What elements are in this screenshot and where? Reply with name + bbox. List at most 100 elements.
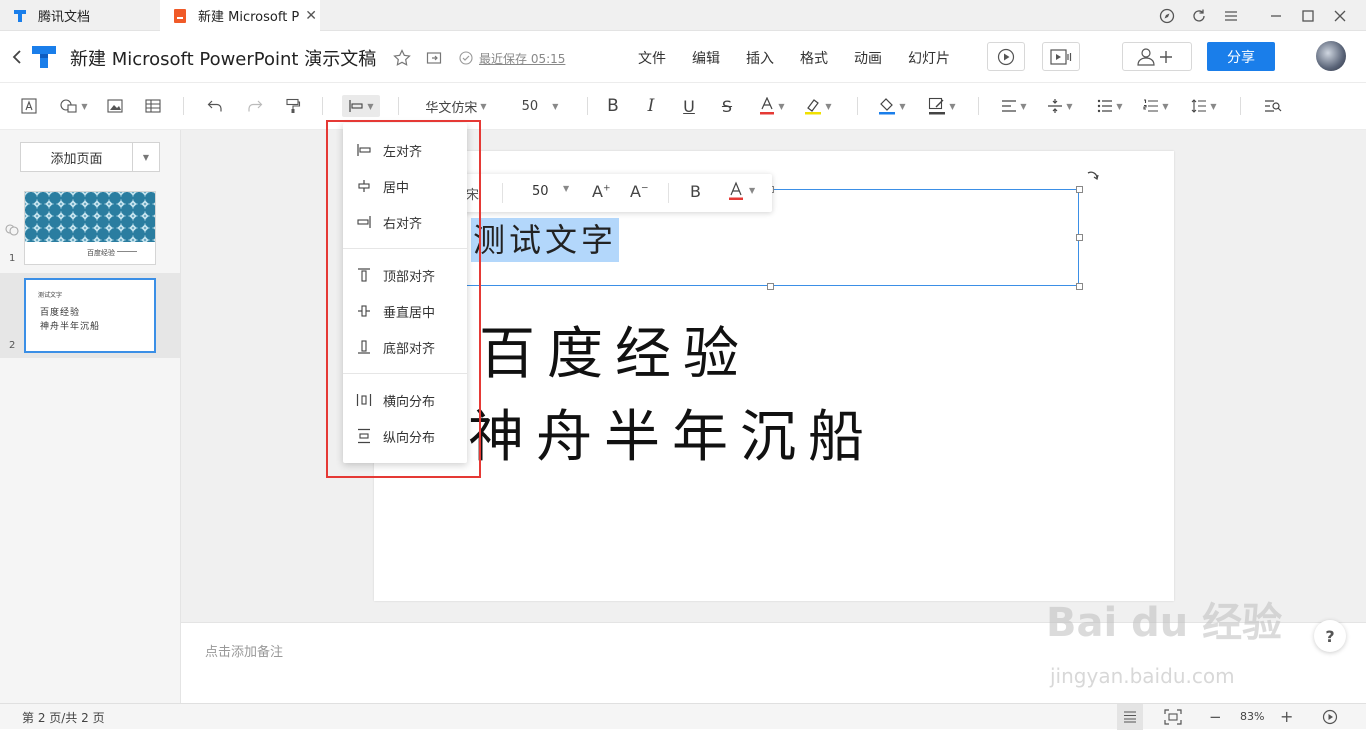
chevron-down-icon[interactable]: ▼ (563, 184, 569, 193)
play-button[interactable] (987, 42, 1025, 71)
selected-text[interactable]: 测试文字 (471, 218, 620, 262)
vertical-align-icon (1048, 99, 1063, 113)
resize-handle[interactable] (767, 283, 774, 290)
slide-text-line-2[interactable]: 神舟半年沉船 (468, 392, 876, 473)
highlighter-icon (805, 99, 822, 115)
rotate-handle-icon[interactable] (1084, 169, 1100, 185)
refresh-icon[interactable] (1188, 5, 1210, 27)
tencent-docs-logo-icon[interactable] (30, 44, 58, 70)
slide-thumb-line (117, 251, 137, 252)
notes-placeholder[interactable]: 点击添加备注 (205, 641, 283, 660)
last-save-status[interactable]: 最近保存 05:15 (479, 50, 565, 67)
font-family-select[interactable]: 华文仿宋 ▼ (420, 95, 492, 117)
back-icon[interactable] (12, 49, 22, 65)
move-folder-icon[interactable] (426, 50, 442, 66)
share-button[interactable]: 分享 (1207, 42, 1275, 71)
floatbar-font-color-icon[interactable] (728, 181, 744, 201)
close-window-icon[interactable] (1329, 5, 1351, 27)
slide-thumbnail-2-row[interactable]: 2 测试文字 百度经验 神舟半年沉船 (0, 273, 180, 358)
tab-ppt-document[interactable]: 新建 Microsoft P ✕ (160, 0, 320, 31)
divider (668, 183, 669, 203)
help-button[interactable]: ? (1314, 620, 1346, 652)
ppt-file-icon (174, 8, 186, 23)
underline-icon[interactable]: U (680, 95, 698, 117)
image-icon[interactable] (106, 95, 124, 117)
zoom-level[interactable]: 83% (1240, 710, 1264, 723)
menu-edit[interactable]: 编辑 (692, 48, 720, 68)
line-spacing-button[interactable]: ▼ (1188, 95, 1220, 117)
add-page-button[interactable]: 添加页面 ▼ (20, 142, 160, 172)
add-user-icon (1137, 47, 1172, 66)
menu-format[interactable]: 格式 (800, 48, 828, 68)
toolbar: ▼ ▼ 华文仿宋 ▼ 50 ▼ B I U S ▼ ▼ ▼ ▼ ▼ ▼ ▼ ▼ ▼ (0, 83, 1366, 130)
baidu-watermark-url: jingyan.baidu.com (1050, 664, 1235, 688)
notes-toggle-icon[interactable] (1117, 704, 1143, 730)
border-color-button[interactable]: ▼ (926, 95, 958, 117)
resize-handle[interactable] (1076, 283, 1083, 290)
text-box-icon[interactable] (20, 95, 38, 117)
decrease-font-icon[interactable]: A− (630, 182, 649, 201)
menu-file[interactable]: 文件 (638, 48, 666, 68)
avatar[interactable] (1316, 41, 1346, 71)
toolbar-divider (1240, 97, 1241, 115)
font-color-button[interactable]: ▼ (756, 95, 788, 117)
maximize-icon[interactable] (1297, 5, 1319, 27)
slide-number: 1 (9, 253, 16, 264)
play-slideshow-icon[interactable] (1322, 709, 1338, 725)
menu-icon[interactable] (1220, 5, 1242, 27)
zoom-out-icon[interactable]: − (1209, 708, 1222, 726)
align-button[interactable]: ▼ (342, 95, 380, 117)
undo-icon[interactable] (206, 95, 224, 117)
slide-thumb-text: 百度经验 (40, 308, 81, 318)
highlight-button[interactable]: ▼ (802, 95, 834, 117)
floatbar-bold-icon[interactable]: B (690, 182, 701, 201)
table-icon[interactable] (144, 95, 162, 117)
slide-thumbnail-2[interactable]: 测试文字 百度经验 神舟半年沉船 (24, 278, 156, 353)
font-size-select[interactable]: 50 ▼ (520, 95, 560, 117)
chevron-down-icon[interactable]: ▼ (133, 143, 159, 171)
italic-icon[interactable]: I (642, 95, 660, 117)
page-indicator: 第 2 页/共 2 页 (22, 711, 105, 725)
fill-color-button[interactable]: ▼ (876, 95, 908, 117)
vertical-align-button[interactable]: ▼ (1044, 95, 1076, 117)
slide-canvas[interactable]: 测试文字 百度经验 神舟半年沉船 (374, 151, 1174, 601)
comment-icon[interactable] (5, 223, 19, 237)
find-replace-icon[interactable] (1263, 95, 1283, 117)
numbered-list-icon (1143, 99, 1159, 112)
collaborate-button[interactable] (1122, 42, 1192, 71)
bullet-list-button[interactable]: ▼ (1094, 95, 1126, 117)
format-painter-icon[interactable] (284, 95, 302, 117)
slide-thumbnail-1[interactable]: 百度经验 (24, 191, 156, 265)
slide-text-line-1[interactable]: 百度经验 (479, 309, 751, 390)
line-spacing-icon (1192, 99, 1207, 113)
menu-insert[interactable]: 插入 (746, 48, 774, 68)
resize-handle[interactable] (1076, 186, 1083, 193)
star-icon[interactable] (393, 49, 411, 67)
floatbar-font-size[interactable]: 50 (532, 184, 549, 199)
text-align-button[interactable]: ▼ (998, 95, 1030, 117)
resize-handle[interactable] (1076, 234, 1083, 241)
presenter-view-button[interactable] (1042, 42, 1080, 71)
document-title[interactable]: 新建 Microsoft PowerPoint 演示文稿 (70, 45, 376, 71)
compass-icon[interactable] (1156, 5, 1178, 27)
zoom-in-icon[interactable]: + (1280, 707, 1293, 726)
increase-font-icon[interactable]: A+ (592, 182, 611, 201)
numbered-list-button[interactable]: ▼ (1140, 95, 1172, 117)
tab-tencent-docs[interactable]: 腾讯文档 (0, 0, 160, 31)
strikethrough-icon[interactable]: S (718, 95, 736, 117)
chevron-down-icon[interactable]: ▼ (749, 186, 755, 195)
menu-slides[interactable]: 幻灯片 (908, 48, 950, 68)
text-align-left-icon (1002, 100, 1017, 112)
shape-button[interactable]: ▼ (58, 95, 90, 117)
bold-icon[interactable]: B (604, 95, 622, 117)
fit-window-icon[interactable] (1164, 709, 1182, 725)
redo-icon[interactable] (246, 95, 264, 117)
toolbar-divider (322, 97, 323, 115)
tencent-docs-logo-icon (14, 9, 26, 22)
menu-animation[interactable]: 动画 (854, 48, 882, 68)
close-tab-icon[interactable]: ✕ (305, 8, 317, 24)
divider (502, 183, 503, 203)
paint-bucket-icon (879, 98, 896, 115)
minimize-icon[interactable] (1265, 5, 1287, 27)
toolbar-divider (587, 97, 588, 115)
